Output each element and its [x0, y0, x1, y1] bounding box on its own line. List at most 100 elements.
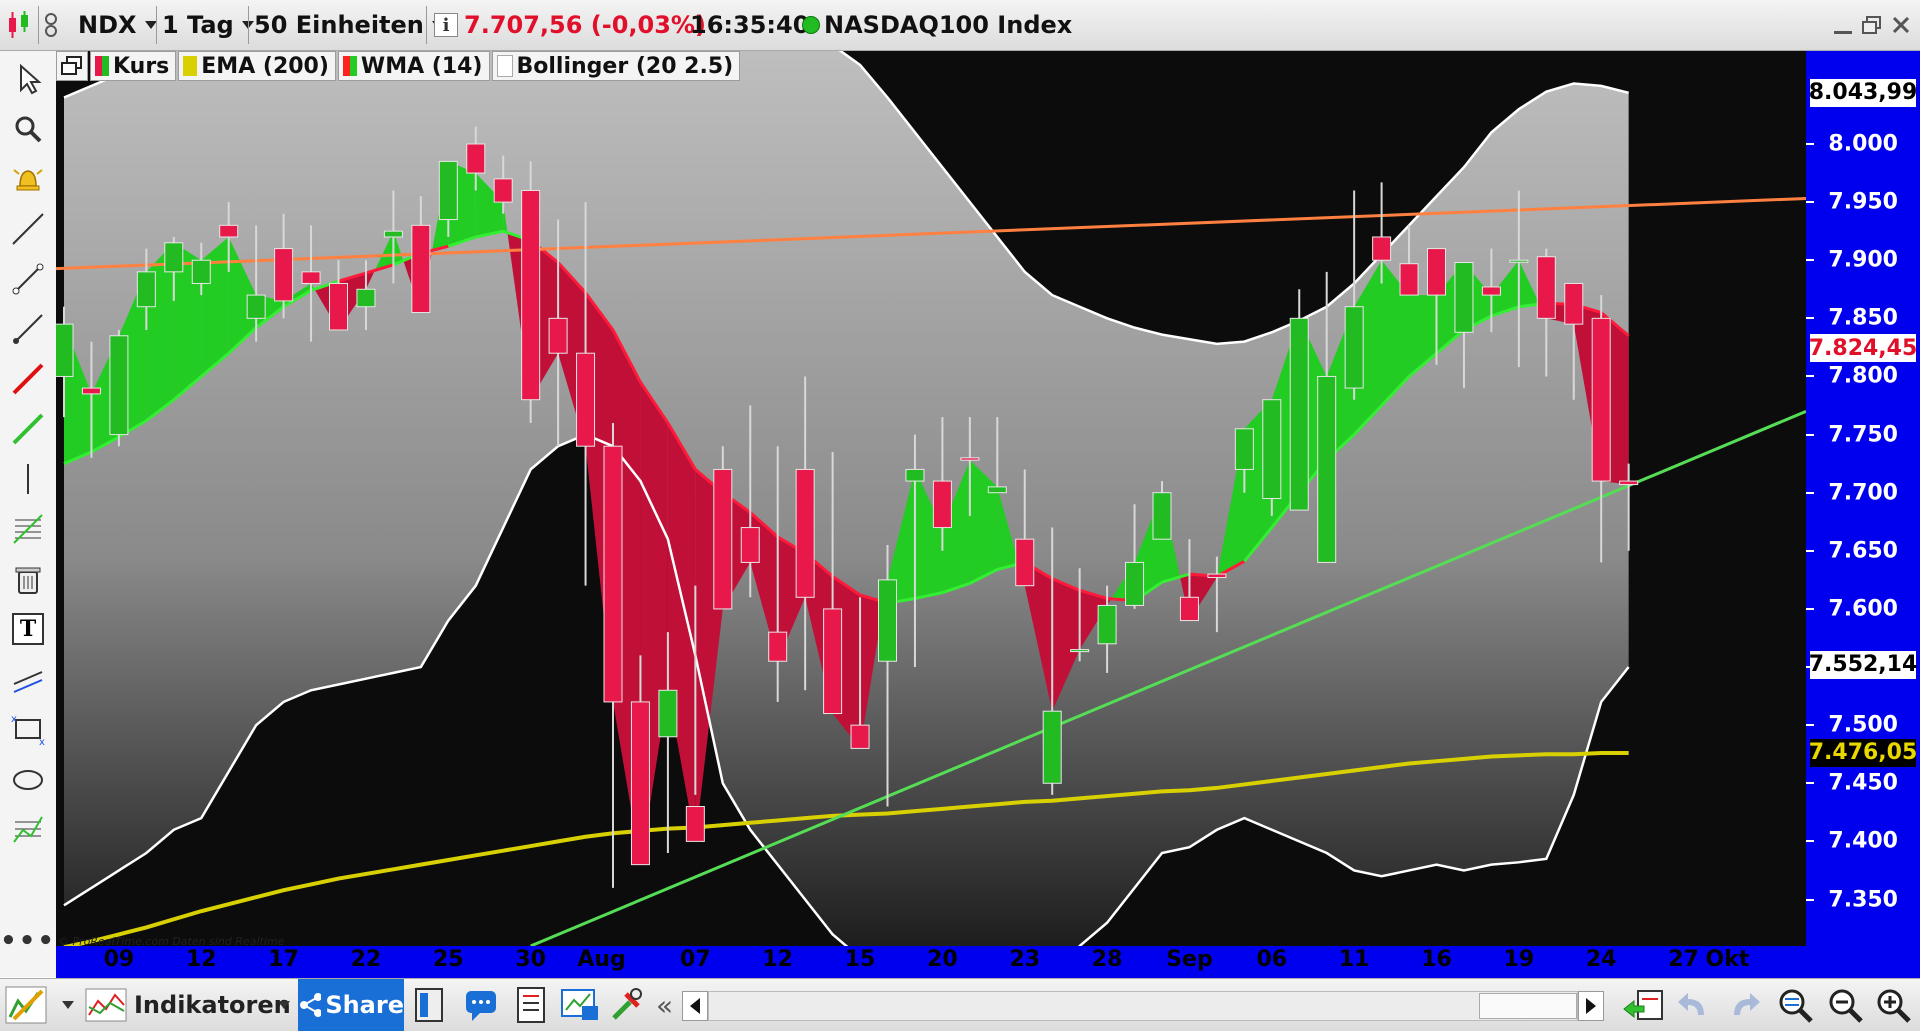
candle-body [1345, 307, 1363, 388]
scroll-thumb[interactable] [1479, 993, 1577, 1019]
legend-kurs[interactable]: Kurs [90, 51, 176, 81]
candle-body [1400, 264, 1418, 295]
text-tool-icon[interactable]: T [6, 607, 50, 651]
ellipse-tool-icon[interactable] [6, 757, 50, 801]
timeframe-selector[interactable]: 1 Tag [162, 0, 254, 50]
chart-style-icon[interactable] [4, 979, 48, 1031]
ray-tool-icon[interactable] [6, 307, 50, 351]
candle [1290, 289, 1308, 510]
share-button[interactable]: Share [298, 979, 404, 1031]
legend-bollinger-swatch [497, 55, 513, 77]
legend-wma-label: WMA (14) [361, 54, 483, 79]
candle-body [1565, 283, 1583, 324]
chart-canvas[interactable] [56, 51, 1806, 946]
candle-body [1098, 605, 1116, 643]
legend-ema-label: EMA (200) [201, 54, 329, 79]
trash-icon[interactable] [6, 557, 50, 601]
legend-kurs-label: Kurs [113, 54, 169, 79]
price-tick-label: 7.450 [1828, 771, 1898, 796]
candle-body [165, 243, 183, 272]
candle-body [714, 469, 732, 608]
pointer-icon[interactable] [6, 57, 50, 101]
vertical-line-tool-icon[interactable] [6, 457, 50, 501]
last-price: 7.707,56 (-0,03%) [464, 0, 706, 50]
price-tick-mark [1806, 724, 1814, 726]
indicators-button[interactable]: Indikatoren [84, 979, 291, 1031]
restore-icon[interactable] [1862, 0, 1882, 50]
info-icon[interactable]: i [434, 0, 458, 50]
candle-body [1537, 257, 1555, 319]
scroll-track[interactable] [708, 991, 1578, 1021]
legend-bollinger[interactable]: Bollinger (20 2.5) [492, 51, 741, 81]
candle-body [302, 272, 320, 284]
legend-window-icon[interactable] [56, 51, 88, 81]
candle-body [384, 231, 402, 237]
chart-legend: Kurs EMA (200) WMA (14) Bollinger (20 2.… [56, 51, 742, 81]
candle-body [1455, 263, 1473, 333]
undo-icon[interactable] [1676, 979, 1712, 1031]
fibonacci-tool-icon[interactable] [6, 507, 50, 551]
layout-icon[interactable] [412, 979, 452, 1031]
scroll-right-button[interactable] [1578, 991, 1604, 1021]
minimize-icon[interactable] [1834, 0, 1852, 50]
scroll-left-button[interactable] [682, 991, 708, 1021]
price-tick-mark [1806, 899, 1814, 901]
indicators-label: Indikatoren [134, 991, 291, 1019]
indicators-dropdown-icon[interactable] [278, 979, 290, 1031]
candle-body [1180, 597, 1198, 620]
screenshot-icon[interactable] [560, 979, 600, 1031]
legend-kurs-swatch [95, 56, 109, 76]
price-tick-mark [1806, 492, 1814, 494]
price-tick-mark [1806, 840, 1814, 842]
price-tick-label: 7.800 [1828, 364, 1898, 389]
candle-body [879, 580, 897, 661]
redo-icon[interactable] [1726, 979, 1762, 1031]
go-to-date-icon[interactable] [1622, 979, 1666, 1031]
time-tick-label: 23 [1009, 947, 1040, 972]
candle-body [1043, 711, 1061, 783]
units-selector[interactable]: 50 Einheiten [254, 0, 444, 50]
symbol-selector[interactable]: NDX [78, 0, 157, 50]
candle-body [769, 632, 787, 661]
tools-icon[interactable] [608, 979, 646, 1031]
svg-text:x: x [39, 737, 45, 746]
red-line-tool-icon[interactable] [6, 357, 50, 401]
more-tools-icon[interactable]: ••• [6, 919, 50, 963]
zoom-fit-icon[interactable] [1776, 979, 1814, 1031]
time-tick-label: 30 [515, 947, 546, 972]
rectangle-tool-icon[interactable]: xx [6, 707, 50, 751]
legend-ema[interactable]: EMA (200) [178, 51, 336, 81]
zoom-in-icon[interactable] [1874, 979, 1912, 1031]
chat-icon[interactable] [464, 979, 500, 1031]
price-label-box: 7.824,45 [1810, 334, 1916, 362]
legend-wma[interactable]: WMA (14) [338, 51, 490, 81]
candle-body [741, 528, 759, 563]
time-tick-label: 25 [433, 947, 464, 972]
zoom-icon[interactable] [6, 107, 50, 151]
candle-body [1482, 287, 1500, 295]
time-tick-label: 17 [268, 947, 299, 972]
price-tick-label: 8.000 [1828, 131, 1898, 156]
time-tick-label: Sep [1166, 947, 1213, 972]
candle-body [933, 481, 951, 527]
collapse-icon[interactable]: « [656, 979, 673, 1031]
alert-bell-icon[interactable] [6, 157, 50, 201]
time-tick-label: 22 [351, 947, 382, 972]
candlestick-icon[interactable] [6, 0, 32, 50]
chart-style-dropdown-icon[interactable] [62, 979, 74, 1031]
candle [714, 446, 732, 609]
close-icon[interactable] [1892, 0, 1910, 50]
indicator-tool-icon[interactable] [6, 807, 50, 851]
green-line-tool-icon[interactable] [6, 407, 50, 451]
time-axis[interactable]: 091217222530Aug071215202328Sep0611161924… [56, 946, 1806, 978]
scrollbar[interactable] [682, 979, 1602, 1031]
price-tick-label: 7.700 [1828, 480, 1898, 505]
channel-tool-icon[interactable] [6, 657, 50, 701]
link-icon[interactable] [44, 0, 58, 50]
segment-tool-icon[interactable] [6, 257, 50, 301]
line-tool-icon[interactable] [6, 207, 50, 251]
zoom-out-icon[interactable] [1826, 979, 1864, 1031]
price-chart[interactable] [56, 51, 1806, 946]
report-icon[interactable] [514, 979, 548, 1031]
price-axis[interactable]: 8.0007.9507.9007.8507.8007.7507.7007.650… [1806, 51, 1920, 946]
